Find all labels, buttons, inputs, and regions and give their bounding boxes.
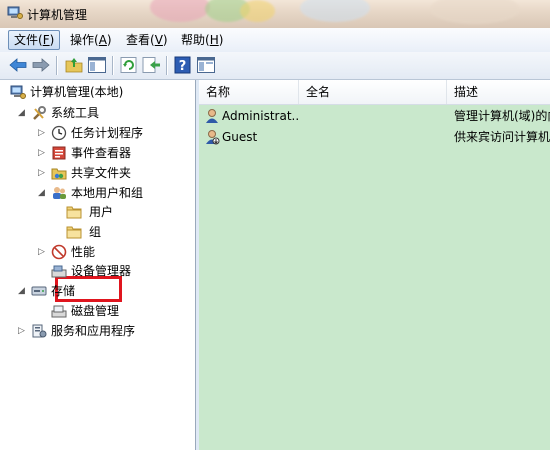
collapse-arrow-icon[interactable]: ◢ (38, 189, 46, 198)
menu-bar: 文件(F) 操作(A) 查看(V) 帮助(H) (0, 28, 550, 53)
collapse-arrow-icon[interactable]: ◢ (18, 109, 26, 118)
up-folder-icon[interactable] (64, 56, 84, 74)
computer-management-icon (7, 6, 23, 19)
menu-help[interactable]: 帮助(H) (176, 31, 228, 49)
expand-arrow-icon[interactable]: ▷ (38, 169, 46, 178)
collapse-arrow-icon[interactable]: ◢ (18, 287, 26, 296)
toolbar: ? (0, 52, 550, 80)
properties-icon[interactable] (196, 56, 216, 74)
expand-arrow-icon[interactable]: ▷ (38, 248, 46, 257)
disabled-user-icon (206, 130, 220, 145)
shared-folder-icon (51, 168, 67, 180)
show-hide-tree-icon[interactable] (87, 56, 107, 74)
tree-item-task-scheduler[interactable]: ▷ 任务计划程序 (6, 124, 191, 142)
menu-file[interactable]: 文件(F) (8, 30, 61, 50)
wallpaper-blob (300, 0, 370, 22)
window-title: 计算机管理 (27, 8, 88, 22)
tree-item-device-manager[interactable]: 设备管理器 (6, 262, 191, 280)
event-viewer-icon (52, 146, 66, 160)
user-list-view: 名称 全名 描述 Administrat... 管理计算机(域)的内 Guest… (199, 80, 550, 450)
svg-text:?: ? (179, 59, 187, 74)
performance-icon (51, 244, 67, 260)
device-manager-icon (51, 265, 67, 278)
toolbar-separator (112, 56, 113, 75)
forward-arrow-icon[interactable] (31, 56, 51, 74)
list-row[interactable]: Guest 供来宾访问计算机 (199, 127, 550, 148)
menu-view[interactable]: 查看(V) (121, 31, 173, 49)
expand-arrow-icon[interactable]: ▷ (18, 327, 26, 336)
column-header-name[interactable]: 名称 (199, 80, 299, 104)
clock-icon (51, 125, 67, 141)
expand-arrow-icon[interactable]: ▷ (38, 149, 46, 158)
title-bar: 计算机管理 (0, 0, 550, 28)
storage-icon (31, 286, 47, 296)
users-group-icon (53, 187, 66, 199)
refresh-icon[interactable] (119, 56, 139, 74)
back-arrow-icon[interactable] (8, 56, 28, 74)
toolbar-separator (166, 56, 167, 75)
column-header-description[interactable]: 描述 (447, 80, 550, 104)
wallpaper-blob (430, 0, 520, 24)
toolbar-separator (56, 56, 57, 75)
tree-item-shared-folders[interactable]: ▷ 共享文件夹 (6, 164, 191, 182)
console-tree: 计算机管理(本地) ◢ 系统工具 ▷ 任务计划程序 ▷ 事件查看器 ▷ 共享文件… (0, 80, 196, 450)
services-icon (32, 324, 47, 338)
tree-item-root[interactable]: 计算机管理(本地) (6, 83, 191, 101)
help-icon[interactable]: ? (173, 56, 193, 74)
tree-item-system-tools[interactable]: ◢ 系统工具 (6, 104, 191, 122)
user-icon (206, 109, 218, 123)
tree-item-services-apps[interactable]: ▷ 服务和应用程序 (6, 322, 191, 340)
disk-management-icon (51, 305, 67, 318)
computer-management-icon (10, 85, 26, 99)
tree-item-performance[interactable]: ▷ 性能 (6, 243, 191, 261)
wallpaper-blob (150, 0, 210, 22)
tree-item-storage[interactable]: ◢ 存储 (6, 282, 191, 300)
tree-item-disk-management[interactable]: 磁盘管理 (6, 302, 191, 320)
menu-action[interactable]: 操作(A) (65, 31, 117, 49)
tools-icon (33, 106, 46, 120)
wallpaper-blob (240, 0, 275, 22)
column-header-fullname[interactable]: 全名 (299, 80, 447, 104)
tree-item-local-users-groups[interactable]: ◢ 本地用户和组 (6, 184, 191, 202)
export-list-icon[interactable] (141, 56, 161, 74)
tree-item-groups[interactable]: 组 (62, 223, 120, 241)
folder-icon (66, 226, 82, 239)
tree-item-users[interactable]: 用户 (62, 203, 120, 221)
folder-icon (66, 206, 82, 219)
expand-arrow-icon[interactable]: ▷ (38, 129, 46, 138)
list-header: 名称 全名 描述 (199, 80, 550, 105)
list-row[interactable]: Administrat... 管理计算机(域)的内 (199, 106, 550, 127)
tree-item-event-viewer[interactable]: ▷ 事件查看器 (6, 144, 191, 162)
